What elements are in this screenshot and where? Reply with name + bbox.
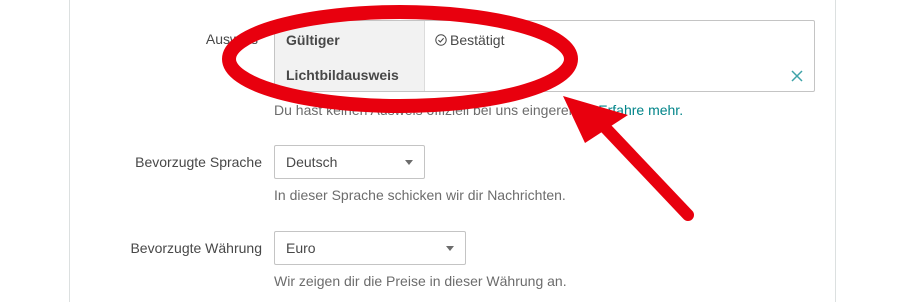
language-help-text: In dieser Sprache schicken wir dir Nachr…	[274, 187, 566, 203]
identity-type-line1: Gültiger	[286, 32, 340, 48]
annotation-arrow-shaft	[592, 114, 694, 221]
caret-down-icon	[446, 246, 454, 251]
identity-help-text: Du hast keinen Ausweis offiziell bei uns…	[274, 102, 595, 118]
language-select[interactable]: Deutsch	[274, 145, 425, 179]
verified-status-text: Bestätigt	[450, 32, 505, 48]
currency-help-text: Wir zeigen dir die Preise in dieser Währ…	[274, 273, 567, 289]
currency-select-value: Euro	[286, 240, 316, 256]
language-label: Bevorzugte Sprache	[135, 154, 262, 170]
identity-type-cell: Gültiger Lichtbildausweis	[275, 21, 425, 91]
currency-label: Bevorzugte Währung	[130, 240, 262, 256]
checkmark-circle-icon	[435, 34, 447, 46]
identity-type-line2: Lichtbildausweis	[286, 67, 399, 83]
learn-more-link[interactable]: Erfahre mehr.	[598, 102, 683, 118]
identity-help: Du hast keinen Ausweis offiziell bei uns…	[274, 102, 683, 118]
content-border-left	[69, 0, 70, 302]
content-border-right	[835, 0, 836, 302]
caret-down-icon	[405, 160, 413, 165]
verified-status: Bestätigt	[435, 32, 504, 48]
identity-box: Gültiger Lichtbildausweis Bestätigt	[274, 20, 815, 92]
currency-select[interactable]: Euro	[274, 231, 466, 265]
close-icon[interactable]	[790, 69, 804, 83]
identity-label: Ausweis	[205, 31, 258, 47]
language-select-value: Deutsch	[286, 154, 338, 170]
